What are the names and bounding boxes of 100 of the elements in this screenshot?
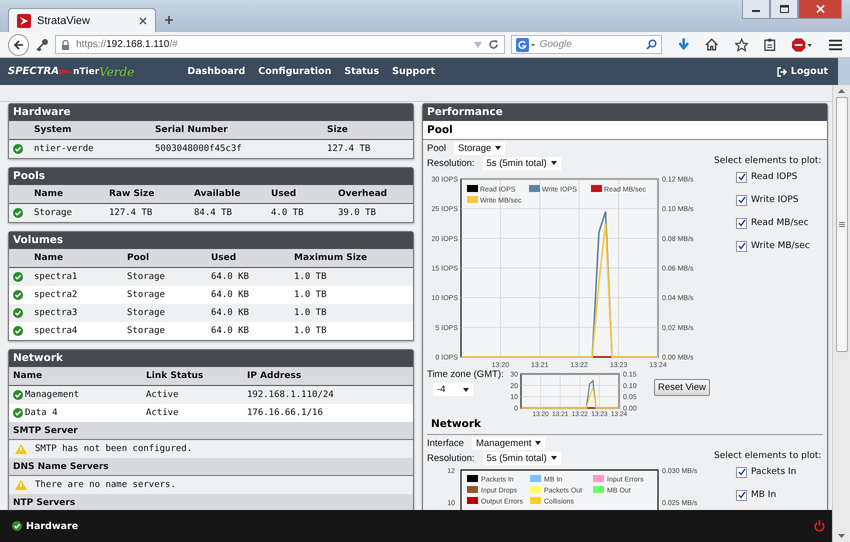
column-header: Used xyxy=(271,189,298,199)
checkbox-label: Read IOPS xyxy=(751,172,798,182)
checkbox-label: Packets In xyxy=(751,467,796,477)
key-icon[interactable] xyxy=(35,38,50,52)
star-icon[interactable] xyxy=(734,38,748,52)
check-circle-icon xyxy=(13,326,23,336)
section-header: NTP Servers xyxy=(9,494,413,510)
resolution-select[interactable]: 5s (5min total) xyxy=(482,452,561,464)
check-circle-icon xyxy=(12,521,22,531)
message-text: There are no name servers. xyxy=(35,480,176,490)
back-button[interactable] xyxy=(8,34,30,56)
logout-link[interactable]: Logout xyxy=(776,66,828,77)
checkbox[interactable] xyxy=(736,172,747,182)
search-engine-icon[interactable] xyxy=(516,38,536,52)
close-icon[interactable] xyxy=(139,16,147,24)
table-cell-text: Storage xyxy=(127,308,166,318)
table-cell-text: 1.0 TB xyxy=(294,272,328,282)
table-cell-text: 39.0 TB xyxy=(338,208,377,218)
table-cell-text: spectra1 xyxy=(34,272,78,282)
clipboard-icon[interactable] xyxy=(764,38,776,51)
table-cell-text: 64.0 KB xyxy=(211,326,250,336)
power-icon[interactable] xyxy=(814,520,825,532)
adblock-icon[interactable] xyxy=(792,38,813,52)
interface-select[interactable]: Management xyxy=(472,436,546,450)
column-header: Name xyxy=(13,371,44,381)
table-cell: 192.168.1.110/24 xyxy=(247,390,334,400)
close-button[interactable] xyxy=(798,0,842,19)
menu-icon[interactable] xyxy=(828,38,842,50)
column-header: Name xyxy=(34,189,64,199)
tab-title: StrataView xyxy=(37,14,91,26)
column-header: System xyxy=(34,125,72,135)
new-tab-icon[interactable] xyxy=(164,15,174,25)
logo[interactable]: SPECTRA nTierVerde xyxy=(8,64,134,78)
column-header: Name xyxy=(34,253,64,263)
check-circle-icon xyxy=(13,408,23,418)
column-header: IP Address xyxy=(247,371,302,381)
close-icon xyxy=(816,5,824,13)
browser-tab[interactable]: StrataView xyxy=(8,8,156,32)
table-cell-text: spectra3 xyxy=(34,308,78,318)
search-field[interactable]: Google xyxy=(540,39,642,50)
plot-elements-label: Select elements to plot: xyxy=(714,451,822,461)
column-header: Size xyxy=(327,125,349,135)
check-circle-icon xyxy=(13,208,23,218)
section-title: Network xyxy=(427,418,823,435)
checkbox[interactable] xyxy=(736,466,747,478)
section-header: SMTP Server xyxy=(9,422,413,440)
checkbox-label: Write MB/sec xyxy=(751,241,810,251)
checkbox-label: MB In xyxy=(751,490,776,500)
section-header: DNS Name Servers xyxy=(9,458,413,476)
table-cell-text: Storage xyxy=(127,272,166,282)
column-header: Available xyxy=(194,189,242,199)
check-circle-icon xyxy=(13,144,23,154)
warning-icon xyxy=(15,444,27,454)
search-icon[interactable] xyxy=(646,39,657,50)
checkbox[interactable] xyxy=(736,240,747,252)
scrollbar[interactable] xyxy=(832,85,850,542)
column-header: Link Status xyxy=(146,371,204,381)
address-bar[interactable]: https://192.168.1.110/# xyxy=(55,35,505,54)
scrollbar-thumb[interactable] xyxy=(836,97,848,352)
caret-icon xyxy=(535,441,542,445)
home-icon[interactable] xyxy=(705,38,719,51)
table-cell-text: 1.0 TB xyxy=(294,308,328,318)
reset-view-button[interactable]: Reset View xyxy=(654,379,710,396)
table-cell: Active xyxy=(146,408,179,418)
nav-link[interactable]: Configuration xyxy=(258,66,332,77)
maximize-icon xyxy=(780,5,788,13)
lock-icon xyxy=(61,40,70,50)
column-header: Used xyxy=(211,253,238,263)
checkbox[interactable] xyxy=(736,194,747,206)
search-box[interactable]: Google xyxy=(510,35,662,54)
maximize-button[interactable] xyxy=(770,0,798,19)
table-cell-text: Storage xyxy=(34,208,73,218)
table-cell-text: 5003048000f45c3f xyxy=(155,144,243,154)
warning-icon xyxy=(15,480,27,490)
field-label: Pool xyxy=(427,142,446,154)
table-cell-text: ntier-verde xyxy=(34,144,95,154)
status-label[interactable]: Hardware xyxy=(26,520,78,532)
pool-select[interactable]: Storage xyxy=(454,142,506,154)
timezone-select[interactable]: -4 xyxy=(433,383,473,396)
logout-icon xyxy=(776,66,787,76)
table-cell-text: spectra2 xyxy=(34,290,78,300)
nav-link[interactable]: Dashboard xyxy=(187,66,246,77)
checkbox-label: Write IOPS xyxy=(751,195,799,205)
table-cell: Active xyxy=(146,390,179,400)
caret-icon xyxy=(463,388,469,392)
nav-link[interactable]: Support xyxy=(392,66,436,77)
scroll-up-icon[interactable] xyxy=(838,89,845,93)
checkbox[interactable] xyxy=(736,218,747,228)
download-icon[interactable] xyxy=(678,38,690,52)
resolution-select[interactable]: 5s (5min total) xyxy=(482,156,561,170)
caret-icon xyxy=(550,456,557,460)
minimize-button[interactable] xyxy=(742,0,770,19)
caret-icon xyxy=(550,161,557,165)
table-cell-text: 64.0 KB xyxy=(211,272,250,282)
app-logo-icon xyxy=(17,14,31,28)
message-text: SMTP has not been configured. xyxy=(35,444,192,454)
reload-icon[interactable] xyxy=(488,39,499,50)
nav-link[interactable]: Status xyxy=(344,66,380,77)
checkbox[interactable] xyxy=(736,490,747,500)
scroll-down-icon[interactable] xyxy=(838,534,845,538)
